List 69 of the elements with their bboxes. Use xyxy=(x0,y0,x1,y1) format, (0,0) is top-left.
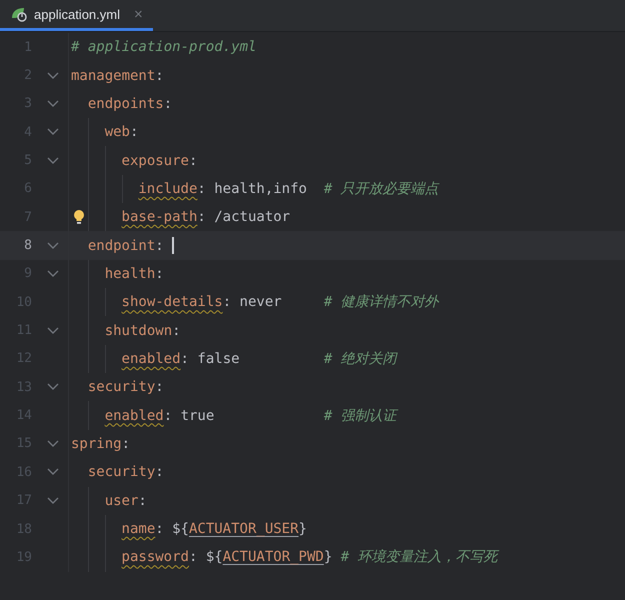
colon: : xyxy=(222,294,232,310)
yaml-key: enabled xyxy=(104,408,164,424)
chevron-icon[interactable] xyxy=(46,70,60,81)
lightbulb-icon[interactable] xyxy=(73,210,85,225)
code-comment: # 健康详情不对外 xyxy=(324,293,439,312)
yaml-key: user xyxy=(104,492,138,509)
yaml-key: web xyxy=(104,124,130,140)
chevron-icon[interactable] xyxy=(46,240,60,251)
variable-name: ACTUATOR_USER xyxy=(188,521,299,538)
colon: : xyxy=(130,124,138,140)
code-comment: # 只开放必要端点 xyxy=(324,180,439,198)
yaml-value: true xyxy=(180,408,214,424)
colon: : xyxy=(155,68,164,84)
yaml-key: show-details xyxy=(122,294,223,310)
chevron-icon[interactable] xyxy=(46,98,60,109)
yaml-key: spring xyxy=(71,436,122,452)
yaml-key: password xyxy=(122,549,189,566)
yaml-key: enabled xyxy=(122,350,181,367)
code-comment: # 绝对关闭 xyxy=(324,350,397,368)
colon: : xyxy=(188,152,198,169)
colon: : xyxy=(188,549,198,566)
chevron-icon[interactable] xyxy=(46,496,60,506)
chevron-icon[interactable] xyxy=(46,127,60,138)
leaf-icon xyxy=(10,6,28,22)
yaml-value: /actuator xyxy=(214,209,290,226)
yaml-value: ${ xyxy=(172,521,189,538)
code-comment: # 环境变量注入，不写死 xyxy=(340,548,498,566)
yaml-key: health xyxy=(104,266,156,282)
code-comment: # 强制认证 xyxy=(324,406,397,425)
colon: : xyxy=(138,492,147,509)
yaml-key: endpoints xyxy=(88,96,164,112)
yaml-value: ${ xyxy=(206,549,223,566)
yaml-key: security xyxy=(88,464,156,480)
yaml-value: } xyxy=(324,549,332,566)
yaml-key: name xyxy=(122,521,156,538)
yaml-key: security xyxy=(88,379,156,396)
colon: : xyxy=(180,350,189,367)
variable-name: ACTUATOR_PWD xyxy=(222,549,324,566)
colon: : xyxy=(155,464,164,480)
yaml-key: include xyxy=(138,180,198,197)
colon: : xyxy=(122,436,130,452)
chevron-icon[interactable] xyxy=(46,438,60,449)
colon: : xyxy=(172,322,181,339)
colon: : xyxy=(155,266,164,282)
line-number: 8 xyxy=(23,238,32,254)
chevron-icon[interactable] xyxy=(46,156,60,166)
tab-label: application.yml xyxy=(34,6,120,22)
colon: : xyxy=(197,209,206,226)
yaml-key: endpoint xyxy=(88,238,156,254)
text-cursor xyxy=(172,237,174,254)
chevron-icon[interactable] xyxy=(46,326,60,336)
chevron-icon[interactable] xyxy=(46,467,60,478)
yaml-value: never xyxy=(240,294,282,310)
yaml-key: exposure xyxy=(122,152,189,169)
chevron-icon[interactable] xyxy=(46,268,60,279)
yaml-value: health,info xyxy=(214,180,307,197)
colon: : xyxy=(155,521,164,538)
yaml-value: false xyxy=(197,350,240,367)
yaml-key: base-path xyxy=(122,209,198,226)
colon: : xyxy=(197,180,206,197)
yaml-key: shutdown xyxy=(104,322,172,339)
colon: : xyxy=(155,379,164,396)
chevron-icon[interactable] xyxy=(46,382,60,392)
yaml-key: management xyxy=(71,68,156,84)
colon: : xyxy=(164,96,172,112)
code-comment: # application-prod.yml xyxy=(71,39,256,56)
yaml-value: } xyxy=(298,521,307,538)
colon: : xyxy=(155,238,164,254)
colon: : xyxy=(164,408,172,424)
